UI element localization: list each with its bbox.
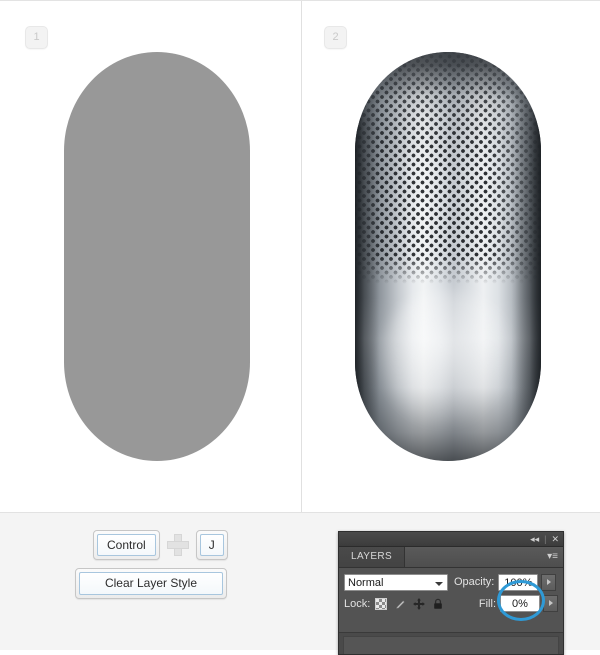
lock-icon-group — [375, 597, 444, 610]
step-badge-1: 1 — [25, 26, 48, 49]
blend-mode-value: Normal — [348, 576, 384, 589]
fill-group: Fill: 0% — [479, 595, 558, 612]
canvas-area: 1 2 — [0, 0, 600, 513]
tab-layers[interactable]: LAYERS — [339, 547, 406, 567]
lock-transparent-pixels-icon[interactable] — [375, 597, 388, 610]
panel-tab-row: LAYERS ▾≡ — [339, 547, 563, 568]
collapse-icon[interactable]: ◂◂ — [530, 532, 539, 546]
bottom-toolbar: Control J Clear Layer Style ◂◂ | ✕ LAYER… — [0, 513, 600, 655]
plus-icon — [166, 534, 189, 556]
opacity-stepper-button[interactable] — [541, 573, 557, 591]
opacity-label: Opacity: — [454, 576, 495, 588]
panel-menu-icon[interactable]: ▾≡ — [542, 550, 558, 564]
key-j[interactable]: J — [195, 530, 228, 560]
keyboard-shortcut-group: Control J — [93, 530, 228, 560]
layer-list-item[interactable] — [343, 636, 559, 654]
key-j-label: J — [199, 534, 224, 556]
titlebar-buttons: ◂◂ | ✕ — [530, 532, 559, 546]
flat-silhouette-shape — [64, 52, 250, 461]
fill-label: Fill: — [478, 597, 496, 610]
canvas-vertical-divider — [301, 1, 302, 513]
close-icon[interactable]: ✕ — [551, 532, 559, 546]
blend-mode-select[interactable]: Normal — [344, 573, 448, 591]
lock-image-pixels-brush-icon[interactable] — [394, 598, 406, 610]
panel-titlebar[interactable]: ◂◂ | ✕ — [339, 532, 563, 547]
clear-layer-style-label: Clear Layer Style — [79, 572, 223, 595]
layers-panel: ◂◂ | ✕ LAYERS ▾≡ Normal Opacity: 100% Lo… — [338, 531, 564, 655]
fill-stepper-button[interactable] — [543, 595, 558, 612]
key-control-label: Control — [97, 534, 156, 556]
fill-input[interactable]: 0% — [500, 595, 540, 612]
key-control[interactable]: Control — [93, 530, 160, 560]
layer-list-area — [339, 632, 563, 654]
step-badge-2: 2 — [324, 26, 347, 49]
lock-all-padlock-icon[interactable] — [432, 598, 444, 610]
metallic-speaker-shape — [355, 52, 541, 461]
speaker-edge-vignette — [355, 52, 541, 461]
blend-opacity-row: Normal Opacity: 100% — [339, 568, 563, 593]
lock-label: Lock: — [344, 597, 371, 610]
lock-position-move-icon[interactable] — [413, 597, 426, 610]
opacity-input[interactable]: 100% — [498, 573, 539, 591]
chevron-down-icon — [435, 581, 443, 586]
lock-fill-row: Lock: Fill: 0% — [339, 593, 563, 614]
titlebar-separator: | — [544, 534, 547, 544]
clear-layer-style-button[interactable]: Clear Layer Style — [75, 568, 227, 599]
